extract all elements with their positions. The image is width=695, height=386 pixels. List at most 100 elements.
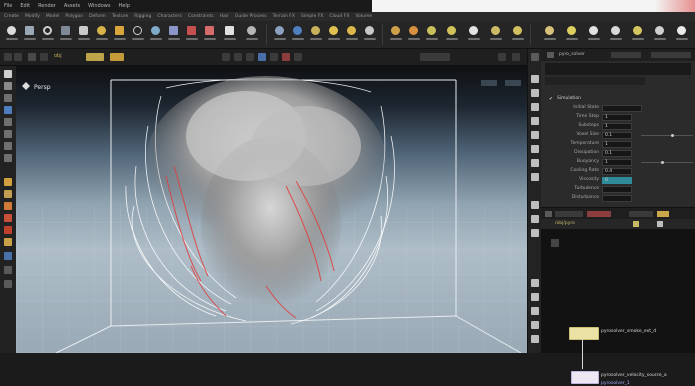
view-options-button[interactable] — [505, 80, 521, 86]
camera-lock-icon[interactable] — [531, 229, 539, 237]
shelf-tool-button[interactable] — [388, 23, 403, 45]
rotate-icon[interactable] — [246, 53, 254, 61]
back-arrow-icon[interactable] — [4, 53, 12, 61]
shelf-tool-button[interactable] — [22, 23, 37, 45]
guides-icon[interactable] — [531, 131, 539, 139]
network-settings-icon[interactable] — [657, 221, 663, 227]
param-field[interactable] — [602, 186, 632, 193]
shelf-tool-button[interactable] — [564, 23, 579, 45]
param-field[interactable]: 1 — [602, 141, 632, 148]
node-type-field[interactable] — [611, 52, 641, 58]
menu-assets[interactable]: Assets — [64, 3, 80, 9]
shelf-tool-button[interactable] — [94, 23, 109, 45]
shelf-tool-button[interactable] — [542, 23, 557, 45]
network-home-button[interactable] — [551, 239, 559, 247]
network-layout-icon[interactable] — [531, 307, 539, 315]
shelf-tool-button[interactable] — [362, 23, 377, 45]
node-label[interactable]: pyrosolver_smoke_ext_d — [601, 329, 656, 334]
pane-tab-icon[interactable] — [547, 52, 554, 58]
shelf-tool-button[interactable] — [466, 23, 481, 45]
shelf-tool-button[interactable] — [58, 23, 73, 45]
shelf-tab[interactable]: Terrain FX — [273, 14, 295, 19]
paint-tool-icon[interactable] — [4, 190, 12, 198]
display-options-button[interactable] — [481, 80, 497, 86]
shelf-tool-button[interactable] — [674, 23, 689, 45]
shelf-tool-button[interactable] — [326, 23, 341, 45]
parameter-tabs[interactable] — [545, 77, 645, 85]
scale-tool-icon[interactable] — [4, 106, 12, 114]
network-tab-pyro[interactable] — [657, 211, 669, 217]
shelf-tab[interactable]: Texture — [112, 14, 128, 19]
grid-toggle-icon[interactable] — [531, 117, 539, 125]
shelf-tab[interactable]: Modify — [25, 14, 40, 19]
select-icon[interactable] — [222, 53, 230, 61]
viewport-options-icon[interactable] — [498, 53, 506, 61]
transform-tool-icon[interactable] — [4, 82, 12, 90]
rotate-tool-icon[interactable] — [4, 94, 12, 102]
shelf-tab[interactable]: Cloud FX — [329, 14, 349, 19]
node-name[interactable]: pyro_solver — [559, 52, 585, 57]
shelf-tool-button[interactable] — [202, 23, 217, 45]
obj-path-button[interactable] — [86, 53, 104, 61]
split-view-icon[interactable] — [531, 215, 539, 223]
shelf-tool-button[interactable] — [4, 23, 19, 45]
network-tab-icon[interactable] — [545, 211, 552, 217]
pose-tool-icon[interactable] — [4, 130, 12, 138]
shelf-tab[interactable]: Constraints — [188, 14, 214, 19]
network-path[interactable]: /obj/pyro — [555, 221, 575, 226]
viewport-settings-icon[interactable] — [512, 53, 520, 61]
param-field[interactable] — [602, 195, 632, 202]
home-icon[interactable] — [28, 53, 36, 61]
param-slider[interactable] — [641, 134, 693, 137]
param-field[interactable]: 0.4 — [602, 168, 632, 175]
camera-menu[interactable] — [420, 53, 450, 61]
shelf-tab[interactable]: Volume — [355, 14, 372, 19]
visualize-icon[interactable] — [531, 173, 539, 181]
shelf-tab[interactable]: Characters — [157, 14, 182, 19]
handle-tool-icon[interactable] — [4, 118, 12, 126]
display-icon[interactable] — [294, 53, 302, 61]
shelf-tool-button[interactable] — [510, 23, 525, 45]
shelf-tool-button[interactable] — [308, 23, 323, 45]
shelf-tool-button[interactable] — [444, 23, 459, 45]
magnet-tool-icon[interactable] — [4, 202, 12, 210]
view-tool-icon[interactable] — [4, 142, 12, 150]
shelf-tool-button[interactable] — [244, 23, 259, 45]
shelf-tool-button[interactable] — [608, 23, 623, 45]
network-tab[interactable] — [629, 211, 653, 217]
wireframe-icon[interactable] — [531, 89, 539, 97]
shelf-tool-button[interactable] — [40, 23, 55, 45]
checkmark-icon[interactable]: ✔ — [549, 97, 553, 102]
shelf-tool-button[interactable] — [488, 23, 503, 45]
menu-render[interactable]: Render — [38, 3, 56, 9]
menu-help[interactable]: Help — [118, 3, 129, 9]
pyro-path-button[interactable] — [110, 53, 124, 61]
lighting-icon[interactable] — [531, 103, 539, 111]
shelf-tool-button[interactable] — [290, 23, 305, 45]
pyro-node[interactable] — [569, 327, 599, 340]
brush-tool-icon[interactable] — [4, 178, 12, 186]
param-field[interactable]: 1 — [602, 123, 632, 130]
network-tab[interactable] — [555, 211, 583, 217]
background-icon[interactable] — [531, 145, 539, 153]
scene-viewport[interactable]: Persp ... — [16, 66, 527, 353]
param-field[interactable]: 0.1 — [602, 150, 632, 157]
param-field[interactable] — [602, 105, 642, 112]
shelf-tool-button[interactable] — [586, 23, 601, 45]
shelf-tool-button[interactable] — [76, 23, 91, 45]
camera-tool-icon[interactable] — [4, 266, 12, 274]
shelf-tab[interactable]: Hair — [220, 14, 229, 19]
network-flag-icon[interactable] — [633, 221, 639, 227]
arc-tool-icon[interactable] — [4, 238, 12, 246]
shelf-tool-button[interactable] — [424, 23, 439, 45]
ghost-icon[interactable] — [531, 159, 539, 167]
snap-tool-icon[interactable] — [4, 154, 12, 162]
node-path-field[interactable] — [651, 52, 691, 58]
shelf-tool-button[interactable] — [406, 23, 421, 45]
shelf-tab[interactable]: Create — [4, 14, 19, 19]
shading-icon[interactable] — [531, 75, 539, 83]
menu-windows[interactable]: Windows — [88, 3, 110, 9]
menu-file[interactable]: File — [4, 3, 12, 9]
network-home-icon[interactable] — [531, 279, 539, 287]
shelf-tool-button[interactable] — [272, 23, 287, 45]
